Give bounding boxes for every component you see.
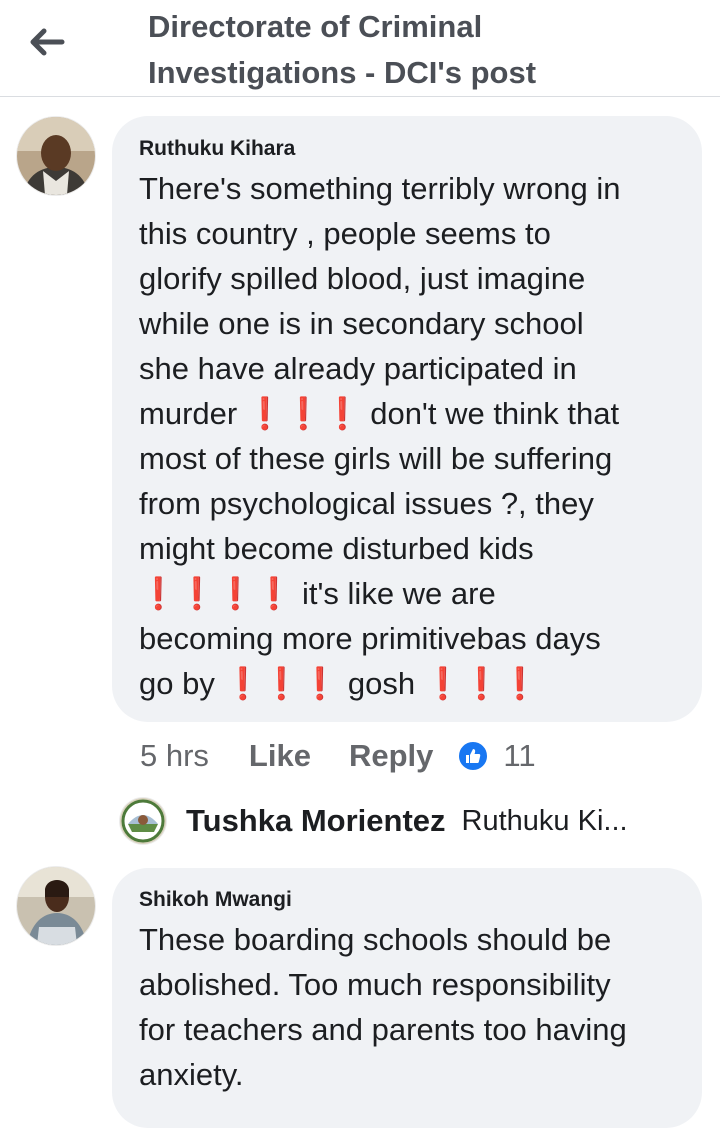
reply-avatar[interactable] [120, 798, 166, 844]
comment-author[interactable]: Shikoh Mwangi [139, 888, 292, 912]
avatar[interactable] [17, 867, 95, 945]
reply-author[interactable]: Tushka Morientez [186, 803, 446, 839]
reply-preview[interactable]: Tushka Morientez Ruthuku Ki... [120, 796, 700, 846]
page-title-line-2: Investigations - DCI's post [148, 55, 537, 90]
comment-timestamp: 5 hrs [140, 738, 209, 773]
reaction-count[interactable]: 11 [503, 738, 535, 774]
post-header: Directorate of Criminal Investigations -… [0, 0, 720, 97]
page-title-line-1: Directorate of Criminal [148, 9, 483, 44]
back-arrow-icon [30, 28, 65, 56]
comment-actions: 5 hrs Like Reply 11 [140, 734, 536, 778]
comment-author[interactable]: Ruthuku Kihara [139, 137, 295, 161]
back-button[interactable] [22, 20, 70, 64]
like-button[interactable]: Like [249, 738, 311, 774]
avatar[interactable] [17, 117, 95, 195]
thumbs-up-icon[interactable] [457, 740, 490, 772]
page-title: Directorate of Criminal Investigations -… [148, 4, 688, 96]
comment-text: These boarding schools should be abolish… [139, 922, 627, 1092]
reply-snippet[interactable]: Ruthuku Ki... [462, 805, 628, 838]
comment-text: There's something terribly wrong in this… [139, 171, 621, 701]
reply-button[interactable]: Reply [349, 738, 433, 774]
